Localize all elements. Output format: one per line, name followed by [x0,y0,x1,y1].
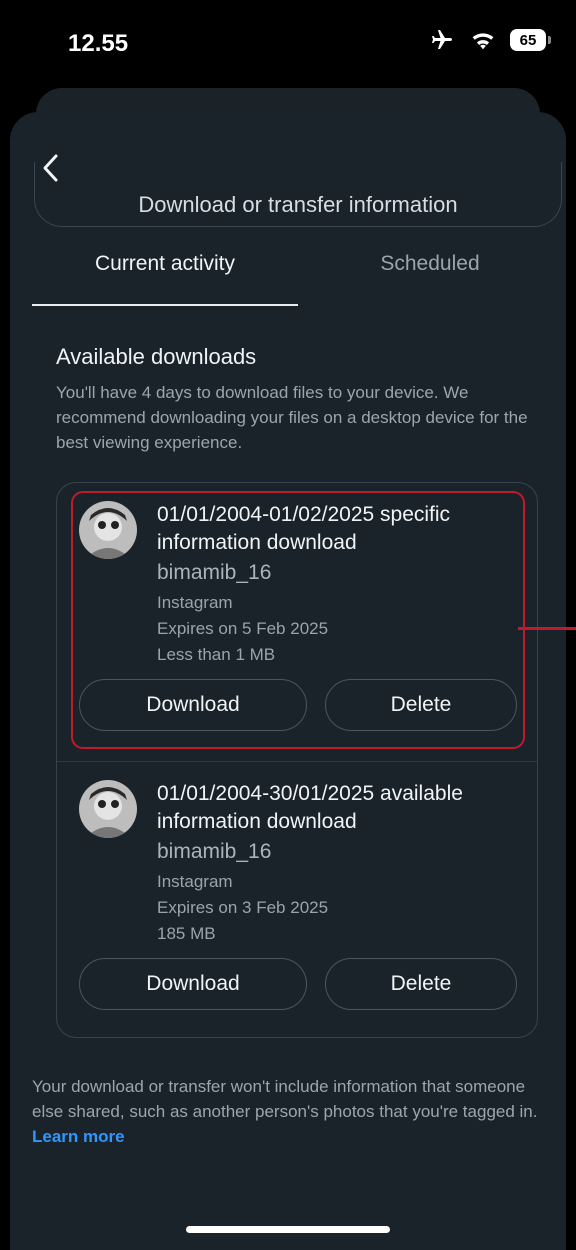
avatar [79,501,137,559]
download-size: 185 MB [157,924,216,943]
download-username: bimamib_16 [157,840,272,863]
download-title: 01/01/2004-30/01/2025 available informat… [157,782,463,833]
avatar [79,780,137,838]
footer-text: Your download or transfer won't include … [32,1077,538,1121]
download-platform: Instagram [157,593,233,612]
download-platform: Instagram [157,872,233,891]
tab-scheduled[interactable]: Scheduled [312,252,548,304]
status-bar: 12.55 65 [0,0,576,95]
footer-note: Your download or transfer won't include … [32,1074,552,1149]
status-icons: 65 [428,28,551,52]
highlight-pointer-line [518,627,576,630]
tab-bar: Current activity Scheduled [32,252,572,306]
section-description: You'll have 4 days to download files to … [56,383,528,452]
download-button[interactable]: Download [79,679,307,731]
download-size: Less than 1 MB [157,645,276,664]
download-transfer-pill[interactable]: Download or transfer information [34,162,562,227]
download-item: 01/01/2004-01/02/2025 specific informati… [57,483,537,753]
download-button[interactable]: Download [79,958,307,1010]
download-username: bimamib_16 [157,561,272,584]
download-title: 01/01/2004-01/02/2025 specific informati… [157,503,451,554]
battery-icon: 65 [510,29,551,51]
download-expiry: Expires on 5 Feb 2025 [157,619,329,638]
learn-more-link[interactable]: Learn more [32,1127,125,1146]
pill-label: Download or transfer information [138,192,458,217]
bottom-sheet: Download or transfer information Current… [10,112,566,1250]
section-title: Available downloads [56,344,257,369]
download-expiry: Expires on 3 Feb 2025 [157,898,329,917]
wifi-icon [472,33,494,50]
downloads-card: 01/01/2004-01/02/2025 specific informati… [56,482,538,1038]
status-time: 12.55 [68,30,129,57]
download-item: 01/01/2004-30/01/2025 available informat… [57,761,537,1038]
delete-button[interactable]: Delete [325,958,517,1010]
airplane-icon [432,30,452,49]
home-indicator [186,1226,390,1233]
tab-current-activity[interactable]: Current activity [32,252,298,306]
delete-button[interactable]: Delete [325,679,517,731]
